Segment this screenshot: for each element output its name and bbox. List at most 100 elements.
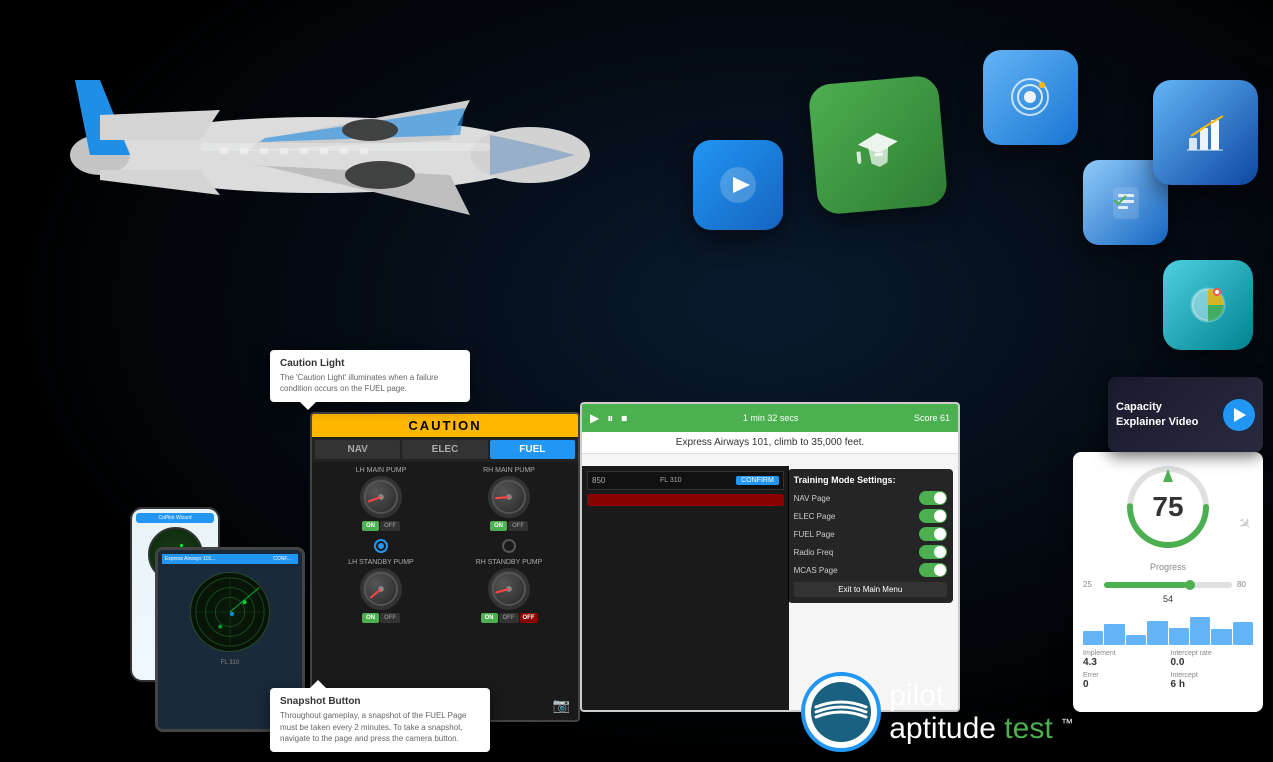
caution-tooltip-title: Caution Light <box>280 358 460 369</box>
tablet-confirm-button[interactable]: CONF... <box>269 555 295 563</box>
implement-label: Implement <box>1083 650 1166 657</box>
lh-standby-label: LH STANDBY PUMP <box>320 559 443 566</box>
logo: pilot aptitude test ™ <box>801 672 1073 752</box>
game-sim-area: 850 FL 310 CONFIRM <box>582 466 789 710</box>
exit-to-main-button[interactable]: Exit to Main Menu <box>794 582 947 597</box>
progress-slider-row: 25 80 <box>1083 580 1253 589</box>
video-play-button[interactable] <box>1223 399 1255 431</box>
training-item-fuel: FUEL Page <box>794 527 947 541</box>
errer-stat: Errer 0 <box>1083 672 1166 690</box>
training-nav-toggle[interactable] <box>919 491 947 505</box>
intercept-stat: Intercept rate 0.0 <box>1171 650 1254 668</box>
lh-standby-pump: LH STANDBY PUMP ON OFF <box>320 559 443 623</box>
caution-header: CAUTION <box>312 414 578 437</box>
training-radio-toggle[interactable] <box>919 545 947 559</box>
target-icon-bubble[interactable] <box>983 50 1078 145</box>
rh-main-label: RH MAIN PUMP <box>448 467 571 474</box>
chart-icon-bubble[interactable] <box>1153 80 1258 185</box>
caution-tooltip-text: The 'Caution Light' illuminates when a f… <box>280 372 460 394</box>
training-mcas-toggle[interactable] <box>919 563 947 577</box>
training-fuel-toggle[interactable] <box>919 527 947 541</box>
training-fuel-label: FUEL Page <box>794 530 835 539</box>
lh-standby-knob[interactable] <box>360 568 402 610</box>
rh-main-knob[interactable] <box>488 476 530 518</box>
rh-standby-off-button[interactable]: OFF <box>499 613 519 623</box>
confirm-button[interactable]: CONFIRM <box>736 476 779 485</box>
rh-standby-label: RH STANDBY PUMP <box>448 559 571 566</box>
game-panel-header: ▶ ⏸ ⏹ 1 min 32 secs Score 61 <box>582 404 958 432</box>
bar-7 <box>1211 629 1231 645</box>
tab-fuel[interactable]: FUEL <box>490 440 575 459</box>
progress-panel: 75 ✈ Progress 25 80 54 Implement 4.3 Int… <box>1073 452 1263 712</box>
tablet-altitude: FL 310 <box>162 660 298 666</box>
bar-8 <box>1233 622 1253 645</box>
training-item-nav: NAV Page <box>794 491 947 505</box>
slider-track[interactable] <box>1104 582 1232 588</box>
game-score: Score 61 <box>914 413 950 423</box>
rh-standby-offalt-button[interactable]: OFF <box>520 613 538 623</box>
rh-main-pump: RH MAIN PUMP ON OFF <box>448 467 571 531</box>
training-settings-panel: Training Mode Settings: NAV Page ELEC Pa… <box>788 469 953 603</box>
pumps-section: LH MAIN PUMP ON OFF RH MAIN PUMP <box>312 462 578 636</box>
training-item-elec: ELEC Page <box>794 509 947 523</box>
lh-standby-on-button[interactable]: ON <box>362 613 379 623</box>
slider-value: 54 <box>1083 594 1253 604</box>
status-bar <box>587 494 784 506</box>
lh-main-controls: ON OFF <box>320 521 443 531</box>
phone-header: CoPilot Wizard <box>136 513 214 523</box>
errer-label: Errer <box>1083 672 1166 679</box>
main-pumps-row: LH MAIN PUMP ON OFF RH MAIN PUMP <box>317 467 573 531</box>
lh-main-label: LH MAIN PUMP <box>320 467 443 474</box>
intercept-b-stat: Intercept 6 h <box>1171 672 1254 690</box>
training-elec-toggle[interactable] <box>919 509 947 523</box>
rh-standby-knob[interactable] <box>488 568 530 610</box>
floating-icons-container <box>593 20 1273 380</box>
lh-main-off-button[interactable]: OFF <box>380 521 400 531</box>
caution-tooltip: Caution Light The 'Caution Light' illumi… <box>270 350 470 402</box>
training-item-mcas: MCAS Page <box>794 563 947 577</box>
tablet-title: Express Airways 101... <box>165 556 216 562</box>
video-card-title: CapacityExplainer Video <box>1116 400 1215 429</box>
logo-tm: ™ <box>1061 716 1073 730</box>
lh-main-knob[interactable] <box>360 476 402 518</box>
pie-icon-bubble[interactable] <box>1163 260 1253 350</box>
intercept-value: 0.0 <box>1171 657 1254 668</box>
tab-nav[interactable]: NAV <box>315 440 400 459</box>
tablet-header: Express Airways 101... CONF... <box>162 554 298 564</box>
slider-thumb[interactable] <box>1185 580 1195 590</box>
lh-standby-off-button[interactable]: OFF <box>380 613 400 623</box>
game-pause-icon[interactable]: ⏸ <box>607 411 613 426</box>
slider-fill <box>1104 582 1187 588</box>
bar-5 <box>1169 628 1189 646</box>
logo-text: pilot aptitude test ™ <box>889 679 1073 745</box>
progress-value: 75 <box>1152 491 1183 523</box>
game-stop-icon[interactable]: ⏹ <box>621 411 627 426</box>
training-radio-label: Radio Freq <box>794 548 834 557</box>
snapshot-tooltip-text: Throughout gameplay, a snapshot of the F… <box>280 710 480 744</box>
rh-standby-on-button[interactable]: ON <box>481 613 498 623</box>
bar-3 <box>1126 635 1146 646</box>
intercept-b-value: 6 h <box>1171 679 1254 690</box>
training-item-radio: Radio Freq <box>794 545 947 559</box>
logo-test: test <box>1004 712 1052 745</box>
video-icon-bubble[interactable] <box>693 140 783 230</box>
radio-left[interactable] <box>374 539 388 553</box>
bar-2 <box>1104 624 1124 645</box>
game-play-icon[interactable]: ▶ <box>590 411 599 425</box>
radio-right[interactable] <box>502 539 516 553</box>
game-controls: ▶ ⏸ ⏹ <box>590 411 627 426</box>
training-nav-label: NAV Page <box>794 494 831 503</box>
training-elec-label: ELEC Page <box>794 512 836 521</box>
tab-elec[interactable]: ELEC <box>402 440 487 459</box>
learn-icon-bubble[interactable] <box>808 75 949 216</box>
camera-icon[interactable]: 📷 <box>553 697 570 714</box>
rh-main-off-button[interactable]: OFF <box>508 521 528 531</box>
rh-main-on-button[interactable]: ON <box>490 521 507 531</box>
intercept-label: Intercept rate <box>1171 650 1254 657</box>
fl-label: FL 310 <box>660 477 682 484</box>
video-card-text: CapacityExplainer Video <box>1116 400 1215 429</box>
capacity-video-card[interactable]: CapacityExplainer Video <box>1108 377 1263 452</box>
lh-main-on-button[interactable]: ON <box>362 521 379 531</box>
standby-pumps-row: LH STANDBY PUMP ON OFF RH STANDBY PUMP <box>317 559 573 623</box>
bar-6 <box>1190 617 1210 645</box>
